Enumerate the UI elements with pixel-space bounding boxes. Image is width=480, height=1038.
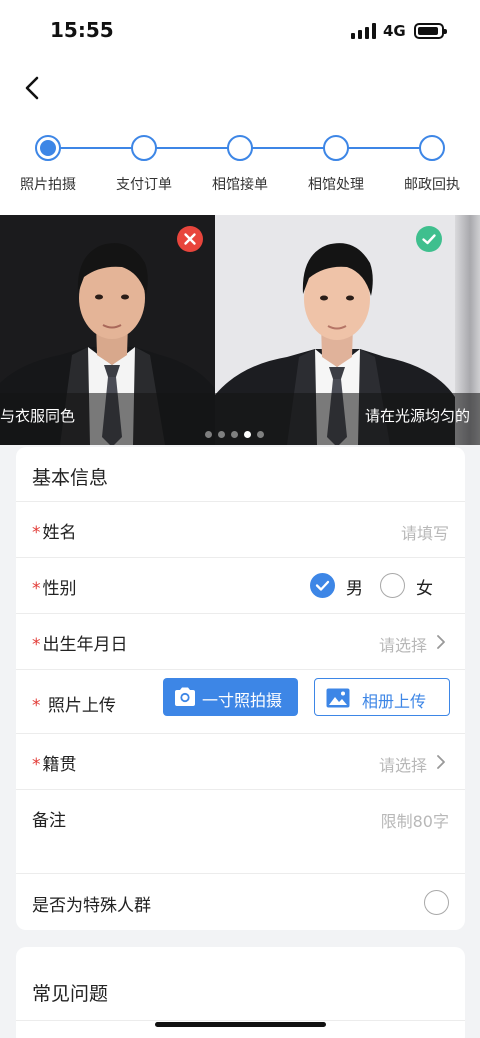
- origin-row[interactable]: * 籍贯 请选择: [16, 733, 465, 789]
- step-photo: 照片拍摄: [0, 135, 96, 194]
- remark-textarea[interactable]: 限制80字: [381, 808, 449, 832]
- step-process: 相馆处理: [288, 135, 384, 194]
- birth-label-text: 出生年月日: [42, 635, 128, 655]
- remark-label: 备注: [32, 811, 66, 831]
- photo-row: * 照片上传 一寸照拍摄 相册上传: [16, 669, 465, 733]
- required-mark: *: [32, 755, 41, 775]
- faq-title: 常见问题: [32, 983, 109, 1005]
- special-group-row: 是否为特殊人群: [16, 873, 465, 930]
- home-indicator: [155, 1022, 326, 1027]
- origin-picker[interactable]: 请选择: [379, 752, 427, 776]
- gender-male-radio[interactable]: [310, 573, 335, 598]
- step-accept: 相馆接单: [192, 135, 288, 194]
- step-label: 相馆接单: [212, 177, 268, 193]
- slide-caption-left: 与衣服同色: [0, 407, 76, 425]
- required-mark: *: [32, 523, 41, 543]
- step-dot: [227, 135, 253, 161]
- photo-label: * 照片上传: [32, 691, 116, 716]
- nav-bar: [0, 64, 480, 114]
- progress-steps: 照片拍摄 支付订单 相馆接单 相馆处理 邮政回执: [0, 114, 480, 215]
- chevron-right-icon: [437, 635, 445, 649]
- carousel-dot[interactable]: [257, 431, 264, 438]
- birth-row[interactable]: * 出生年月日 请选择: [16, 613, 465, 669]
- required-mark: *: [32, 579, 41, 599]
- album-upload-label: 相册上传: [362, 692, 427, 711]
- gender-label: * 性别: [32, 574, 77, 599]
- step-dot: [419, 135, 445, 161]
- gender-row: * 性别 男 女: [16, 557, 465, 613]
- required-mark: *: [32, 696, 41, 716]
- chevron-right-icon: [437, 755, 445, 769]
- approve-icon: [416, 226, 442, 252]
- step-label: 支付订单: [116, 177, 172, 193]
- step-dot: [131, 135, 157, 161]
- gender-female-label[interactable]: 女: [416, 574, 433, 599]
- carousel-dot[interactable]: [231, 431, 238, 438]
- name-row[interactable]: * 姓名 请填写: [16, 501, 465, 557]
- required-mark: *: [32, 635, 41, 655]
- sample-carousel[interactable]: 与衣服同色 请在光源均匀的: [0, 215, 480, 445]
- special-group-label: 是否为特殊人群: [32, 896, 151, 916]
- name-label-text: 姓名: [42, 523, 77, 543]
- chevron-left-icon: [25, 76, 39, 100]
- birth-label: * 出生年月日: [32, 630, 128, 655]
- carousel-dot-active[interactable]: [244, 431, 251, 438]
- basic-info-card: 基本信息 * 姓名 请填写 * 性别 男 女 * 出生年月日 请选择 * 照片上传: [16, 447, 465, 930]
- check-icon: [315, 580, 329, 591]
- carousel-dot[interactable]: [218, 431, 225, 438]
- camera-icon: [175, 687, 195, 706]
- back-button[interactable]: [16, 70, 52, 106]
- slide-caption-right: 请在光源均匀的: [365, 407, 471, 425]
- shoot-photo-label: 一寸照拍摄: [202, 691, 283, 710]
- step-label: 照片拍摄: [20, 177, 76, 193]
- special-group-radio[interactable]: [424, 890, 449, 915]
- step-dot: [35, 135, 61, 161]
- signal-icon: [351, 23, 377, 39]
- gender-male-label[interactable]: 男: [346, 574, 363, 599]
- carousel-indicator[interactable]: [205, 423, 270, 438]
- step-label: 邮政回执: [404, 177, 460, 193]
- album-upload-button[interactable]: 相册上传: [314, 678, 450, 716]
- carousel-dot[interactable]: [205, 431, 212, 438]
- gender-label-text: 性别: [42, 579, 77, 599]
- network-type: 4G: [383, 22, 406, 40]
- name-label: * 姓名: [32, 518, 77, 543]
- step-label: 相馆处理: [308, 177, 364, 193]
- image-icon: [326, 688, 350, 708]
- step-receipt: 邮政回执: [384, 135, 480, 194]
- birth-picker[interactable]: 请选择: [379, 632, 427, 656]
- status-bar: 15:55 4G: [0, 0, 480, 64]
- origin-label: * 籍贯: [32, 750, 77, 775]
- remark-row[interactable]: 备注 限制80字: [16, 789, 465, 873]
- gender-female-radio[interactable]: [380, 573, 405, 598]
- section-title: 基本信息: [32, 467, 109, 489]
- step-payment: 支付订单: [96, 135, 192, 194]
- reject-icon: [177, 226, 203, 252]
- status-time: 15:55: [50, 18, 114, 42]
- battery-icon: [414, 23, 447, 39]
- shoot-photo-button[interactable]: 一寸照拍摄: [163, 678, 298, 716]
- origin-label-text: 籍贯: [42, 755, 77, 775]
- name-input[interactable]: 请填写: [401, 520, 449, 544]
- step-dot: [323, 135, 349, 161]
- photo-label-text: 照片上传: [47, 696, 116, 716]
